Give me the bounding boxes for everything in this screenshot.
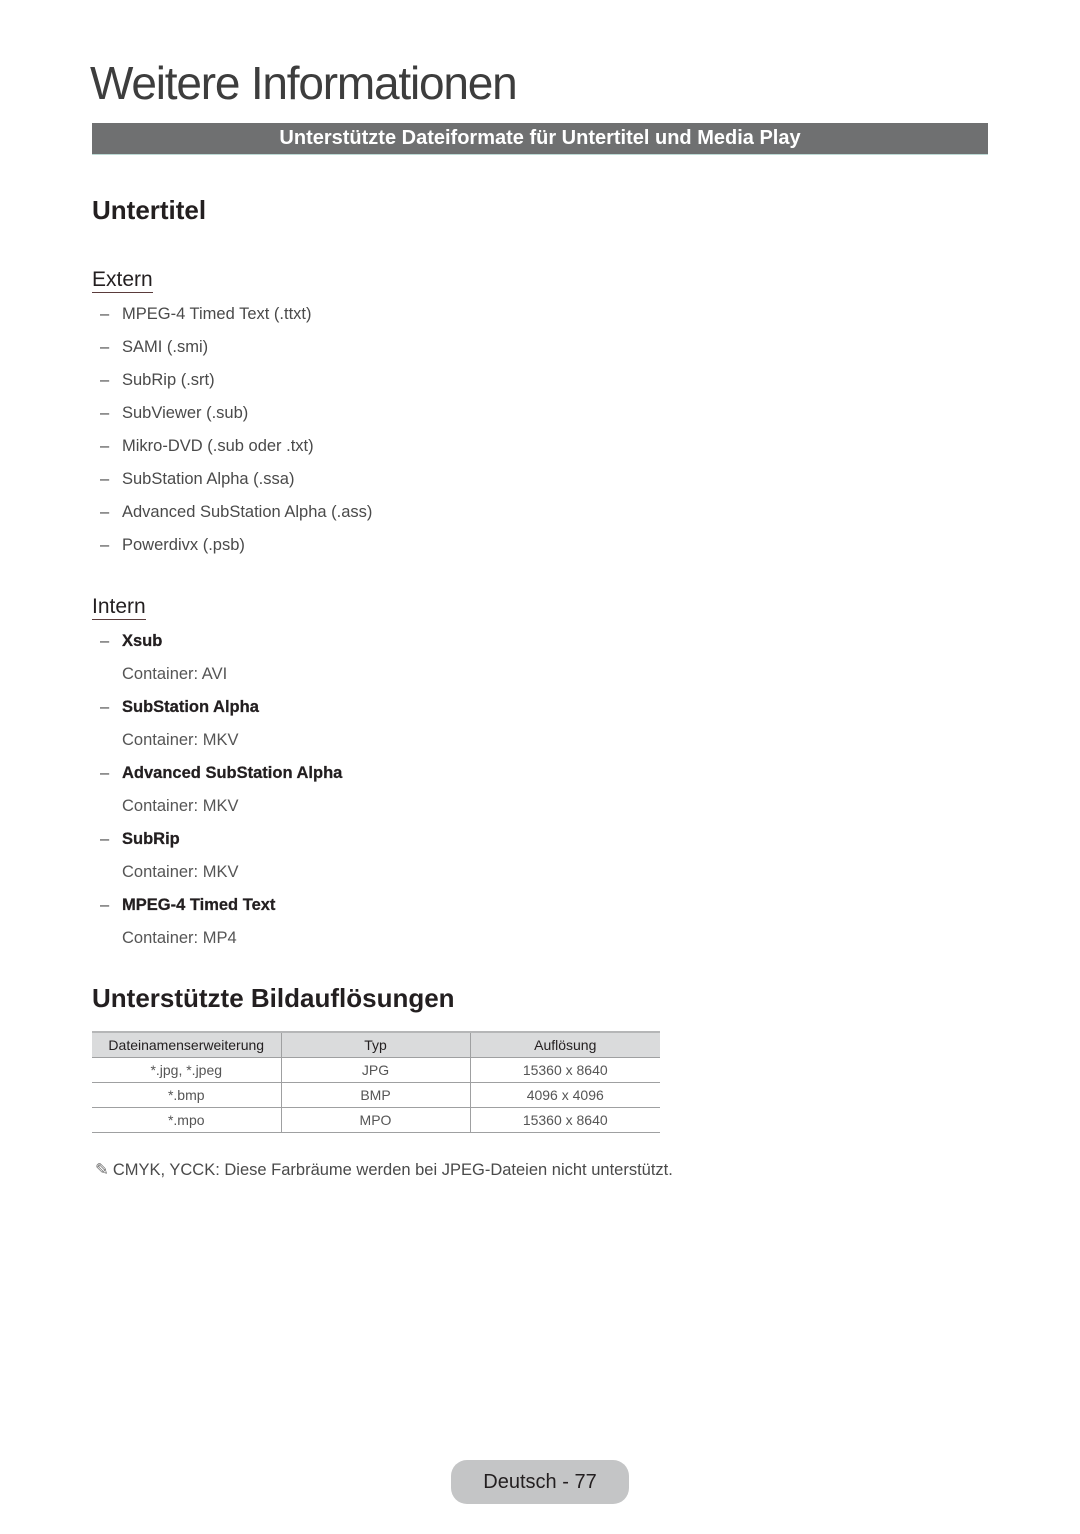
cell-extension: *.bmp bbox=[92, 1082, 282, 1108]
list-item: – SubViewer (.sub) bbox=[100, 397, 372, 430]
dash-bullet: – bbox=[100, 764, 110, 782]
dash-bullet: – bbox=[100, 503, 110, 521]
external-format-list: – MPEG-4 Timed Text (.ttxt) – SAMI (.smi) … bbox=[100, 298, 372, 562]
list-item: – Powerdivx (.psb) bbox=[100, 529, 372, 562]
table-row: *.jpg, *.jpeg JPG 15360 x 8640 bbox=[92, 1057, 660, 1083]
dash-bullet: – bbox=[100, 305, 110, 323]
page-number-badge: Deutsch - 77 bbox=[451, 1460, 629, 1504]
list-item-container: Container: MKV bbox=[122, 797, 239, 815]
dash-bullet: – bbox=[100, 437, 110, 455]
column-header-resolution: Auflösung bbox=[470, 1031, 660, 1058]
list-item-name: – MPEG-4 Timed Text bbox=[100, 889, 342, 922]
cell-type: BMP bbox=[281, 1082, 471, 1108]
list-item: – SAMI (.smi) bbox=[100, 331, 372, 364]
dash-bullet: – bbox=[100, 536, 110, 554]
list-item: – Advanced SubStation Alpha (.ass) bbox=[100, 496, 372, 529]
cell-extension: *.jpg, *.jpeg bbox=[92, 1057, 282, 1083]
list-item-container: Container: MKV bbox=[122, 863, 239, 881]
list-item-container: Container: AVI bbox=[122, 665, 228, 683]
dash-bullet: – bbox=[100, 698, 110, 716]
resolutions-heading: Unterstützte Bildauflösungen bbox=[92, 983, 455, 1013]
list-item: – SubStation Alpha (.ssa) bbox=[100, 463, 372, 496]
cell-resolution: 15360 x 8640 bbox=[470, 1057, 660, 1083]
table-row: *.mpo MPO 15360 x 8640 bbox=[92, 1107, 660, 1133]
section-banner: Unterstützte Dateiformate für Untertitel… bbox=[92, 123, 988, 155]
cell-resolution: 15360 x 8640 bbox=[470, 1107, 660, 1133]
column-header-extension: Dateinamenserweiterung bbox=[92, 1031, 282, 1058]
dash-bullet: – bbox=[100, 632, 110, 650]
dash-bullet: – bbox=[100, 371, 110, 389]
list-item-name: – Advanced SubStation Alpha bbox=[100, 757, 342, 790]
table-row: *.bmp BMP 4096 x 4096 bbox=[92, 1082, 660, 1108]
table-header-row: Dateinamenserweiterung Typ Auflösung bbox=[92, 1031, 660, 1058]
cell-extension: *.mpo bbox=[92, 1107, 282, 1133]
list-item-name: – SubRip bbox=[100, 823, 342, 856]
column-header-type: Typ bbox=[281, 1031, 471, 1058]
subtitles-heading: Untertitel bbox=[92, 195, 207, 225]
internal-format-list: – Xsub Container: AVI – SubStation Alpha C… bbox=[100, 625, 342, 955]
internal-heading: Intern bbox=[92, 595, 146, 620]
list-item-container: Container: MP4 bbox=[122, 929, 237, 947]
cell-resolution: 4096 x 4096 bbox=[470, 1082, 660, 1108]
list-item-container: Container: MKV bbox=[122, 731, 239, 749]
cell-type: MPO bbox=[281, 1107, 471, 1133]
list-item: – SubRip (.srt) bbox=[100, 364, 372, 397]
pencil-note-icon: ✎ bbox=[95, 1161, 109, 1179]
dash-bullet: – bbox=[100, 830, 110, 848]
note: ✎ CMYK, YCCK: Diese Farbräume werden bei … bbox=[95, 1160, 673, 1180]
resolution-table: Dateinamenserweiterung Typ Auflösung *.j… bbox=[92, 1031, 660, 1133]
list-item: – Mikro-DVD (.sub oder .txt) bbox=[100, 430, 372, 463]
list-item-name: – SubStation Alpha bbox=[100, 691, 342, 724]
cell-type: JPG bbox=[281, 1057, 471, 1083]
external-heading: Extern bbox=[92, 268, 153, 293]
note-text: CMYK, YCCK: Diese Farbräume werden bei J… bbox=[112, 1161, 673, 1179]
dash-bullet: – bbox=[100, 896, 110, 914]
dash-bullet: – bbox=[100, 338, 110, 356]
list-item: – MPEG-4 Timed Text (.ttxt) bbox=[100, 298, 372, 331]
page-title: Weitere Informationen bbox=[90, 57, 518, 109]
dash-bullet: – bbox=[100, 470, 110, 488]
dash-bullet: – bbox=[100, 404, 110, 422]
list-item-name: – Xsub bbox=[100, 625, 342, 658]
